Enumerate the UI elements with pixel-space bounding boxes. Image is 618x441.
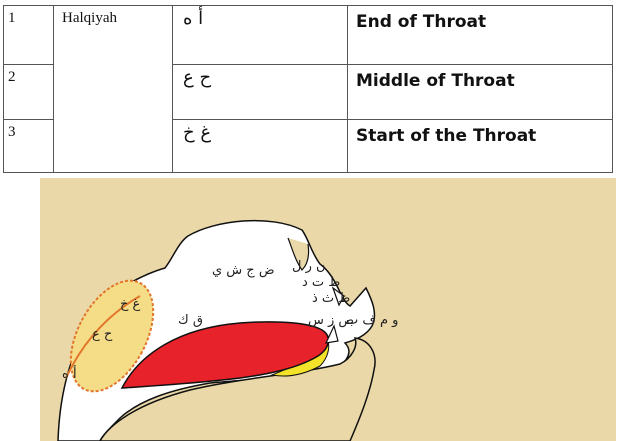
label-alveolar: ن ر ل: [292, 259, 326, 274]
label-throat-lower: أ ه: [62, 365, 77, 382]
arabic-letters: غ خ: [172, 119, 348, 173]
label-palate: ض ج ش ي: [212, 263, 275, 278]
label-throat-upper: غ خ: [120, 297, 141, 312]
articulation-description: End of Throat: [347, 5, 613, 65]
label-back-tongue: ق ك: [178, 313, 203, 328]
table-row: 1 Halqiyah أ ه End of Throat: [3, 5, 613, 173]
label-lips: و م ف ب: [346, 313, 398, 328]
label-teeth: ط ت د: [302, 275, 340, 290]
articulation-description: Middle of Throat: [347, 64, 613, 120]
label-interdental: ظ ث ذ: [312, 291, 350, 306]
row-number: 3: [3, 119, 54, 173]
row-number: 1: [3, 5, 54, 65]
arabic-letters: ح ع: [172, 64, 348, 120]
makharij-table: 1 Halqiyah أ ه End of Throat 2 ح ع Middl…: [3, 5, 613, 173]
vocal-tract-diagram: غ خ ح ع أ ه ق ك ض ج ش ي ن ر ل ط ت د ظ ث …: [40, 178, 616, 441]
row-number: 2: [3, 64, 54, 120]
label-throat-middle: ح ع: [92, 327, 113, 342]
group-label: Halqiyah: [53, 5, 173, 173]
articulation-description: Start of the Throat: [347, 119, 613, 173]
arabic-letters: أ ه: [172, 5, 348, 65]
